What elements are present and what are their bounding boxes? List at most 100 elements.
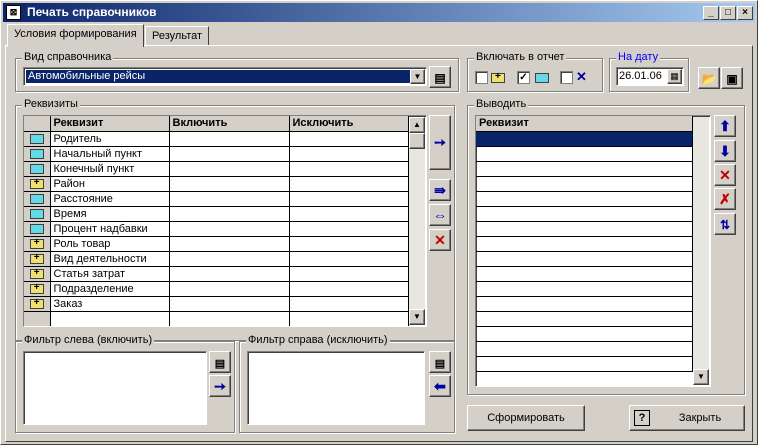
filter-left-add-button[interactable]: ➙ [209,375,231,397]
include-cell[interactable] [169,251,290,267]
table-row[interactable] [476,311,693,327]
minimize-button[interactable]: _ [703,6,719,20]
table-row[interactable] [476,191,693,207]
ref-type-select[interactable]: Автомобильные рейсы ▼ [23,67,427,86]
filter-right-list[interactable] [247,351,425,425]
exclude-cell[interactable] [289,281,409,297]
requisite-name-cell[interactable]: Конечный пункт [50,161,170,177]
include-checkbox-3[interactable] [560,71,573,84]
header-exclude[interactable]: Исключить [289,116,409,132]
output-cell[interactable] [476,251,693,267]
table-row[interactable] [476,296,693,312]
save-button[interactable]: ▣ [721,67,743,89]
empty-cell[interactable] [169,311,290,326]
requisite-name-cell[interactable]: Заказ [50,296,170,312]
date-field[interactable]: 26.01.06 ▦ [616,67,684,86]
include-cell[interactable] [169,131,290,147]
requisite-name-cell[interactable]: Вид деятельности [50,251,170,267]
table-row[interactable]: Район [24,176,409,192]
scroll-down-arrow-icon[interactable]: ▼ [693,369,709,385]
delete-button[interactable]: ✕ [429,229,451,251]
requisite-name-cell[interactable]: Процент надбавки [50,221,170,237]
header-requisite[interactable]: Реквизит [50,116,170,132]
form-button[interactable]: Сформировать [467,405,585,431]
table-row[interactable] [476,236,693,252]
exclude-cell[interactable] [289,191,409,207]
exclude-cell[interactable] [289,206,409,222]
catalog-browse-button[interactable]: ▤ [429,66,451,88]
move-right-button[interactable]: ➙ [429,115,451,170]
chevron-down-icon[interactable]: ▼ [410,69,425,84]
table-row[interactable] [476,131,693,147]
table-row[interactable]: Роль товар [24,236,409,252]
requisite-name-cell[interactable]: Подразделение [50,281,170,297]
requisites-scrollbar[interactable]: ▲ ▼ [409,117,425,325]
sort-button[interactable]: ⇅ [714,213,736,235]
include-cell[interactable] [169,266,290,282]
output-cell[interactable] [476,266,693,282]
requisite-name-cell[interactable]: Расстояние [50,191,170,207]
empty-cell[interactable] [289,311,409,326]
scroll-thumb[interactable] [409,133,425,149]
filter-left-edit-button[interactable]: ▤ [209,351,231,373]
move-up-button[interactable]: ⬆ [714,115,736,137]
close-window-button[interactable]: × [737,6,753,20]
exclude-cell[interactable] [289,266,409,282]
table-row[interactable] [476,161,693,177]
exclude-cell[interactable] [289,236,409,252]
output-cell[interactable] [476,281,693,297]
table-row[interactable] [24,311,409,326]
table-row[interactable]: Подразделение [24,281,409,297]
output-cell[interactable] [476,161,693,177]
table-row[interactable]: Статья затрат [24,266,409,282]
table-row[interactable] [476,281,693,297]
exclude-cell[interactable] [289,296,409,312]
move-all-right-button[interactable]: ⇛ [429,179,451,201]
output-cell[interactable] [476,236,693,252]
filter-left-list[interactable] [23,351,207,425]
table-row[interactable] [476,266,693,282]
tab-conditions[interactable]: Условия формирования [7,24,144,47]
table-row[interactable] [476,326,693,342]
empty-cell[interactable] [50,311,170,326]
requisite-name-cell[interactable]: Район [50,176,170,192]
output-scrollbar[interactable]: ▼ [693,117,709,385]
exclude-cell[interactable] [289,251,409,267]
output-cell[interactable] [476,206,693,222]
requisite-name-cell[interactable]: Время [50,206,170,222]
open-button[interactable]: 📂 [698,67,720,89]
maximize-button[interactable]: □ [720,6,736,20]
exclude-cell[interactable] [289,221,409,237]
remove-all-button[interactable]: ✗ [714,188,736,210]
exclude-cell[interactable] [289,146,409,162]
include-cell[interactable] [169,191,290,207]
table-row[interactable]: Заказ [24,296,409,312]
filter-right-add-button[interactable]: ⬅ [429,375,451,397]
table-row[interactable] [476,356,693,372]
output-cell[interactable] [476,131,693,147]
calendar-icon[interactable]: ▦ [667,69,682,84]
output-cell[interactable] [476,296,693,312]
output-cell[interactable] [476,221,693,237]
requisite-name-cell[interactable]: Статья затрат [50,266,170,282]
include-cell[interactable] [169,161,290,177]
exclude-cell[interactable] [289,161,409,177]
header-include[interactable]: Включить [169,116,290,132]
table-row[interactable]: Время [24,206,409,222]
include-cell[interactable] [169,236,290,252]
include-cell[interactable] [169,146,290,162]
swap-button[interactable]: ⇔ [429,204,451,226]
filter-right-edit-button[interactable]: ▤ [429,351,451,373]
remove-button[interactable]: ✕ [714,164,736,186]
table-row[interactable]: Родитель [24,131,409,147]
table-row[interactable] [476,176,693,192]
requisite-name-cell[interactable]: Роль товар [50,236,170,252]
scroll-up-arrow-icon[interactable]: ▲ [409,117,425,133]
table-row[interactable] [476,341,693,357]
output-cell[interactable] [476,311,693,327]
table-row[interactable]: Расстояние [24,191,409,207]
requisite-name-cell[interactable]: Родитель [50,131,170,147]
scroll-down-arrow-icon[interactable]: ▼ [409,309,425,325]
table-row[interactable] [476,251,693,267]
table-row[interactable] [476,146,693,162]
